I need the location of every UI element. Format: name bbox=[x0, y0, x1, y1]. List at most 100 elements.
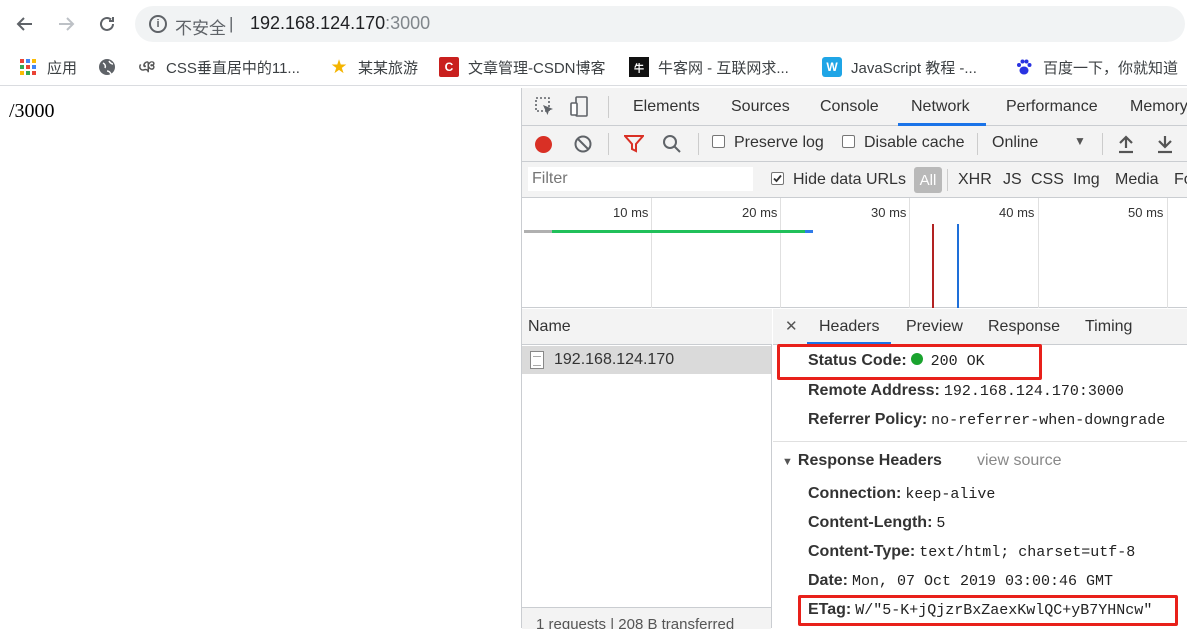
csdn-icon: C bbox=[439, 57, 459, 77]
tab-sources[interactable]: Sources bbox=[731, 98, 790, 116]
close-icon[interactable]: ✕ bbox=[785, 317, 798, 335]
divider bbox=[947, 169, 948, 191]
bookmark-label: 牛客网 - 互联网求... bbox=[658, 59, 789, 77]
status-code-highlight-box bbox=[777, 344, 1042, 380]
hide-data-urls-checkbox[interactable]: Hide data URLs bbox=[771, 171, 906, 189]
name-column-header[interactable]: Name bbox=[522, 309, 772, 345]
filter-type-media[interactable]: Media bbox=[1115, 171, 1159, 189]
insecure-label: 不安全 bbox=[175, 19, 226, 38]
timeline-tick-label: 40 ms bbox=[999, 205, 1035, 220]
nowcoder-icon: 牛 bbox=[629, 57, 649, 77]
request-summary: 1 requests | 208 B transferred bbox=[522, 607, 771, 629]
disable-cache-checkbox[interactable]: Disable cache bbox=[842, 134, 965, 152]
triangle-down-icon: ▼ bbox=[782, 456, 793, 468]
bookmark-baidu[interactable]: 百度一下，你就知道 bbox=[1014, 56, 1178, 78]
checkbox-checked-icon bbox=[771, 172, 784, 185]
bookmark-javascript[interactable]: W JavaScript 教程 -... bbox=[822, 56, 977, 78]
inspect-element-icon[interactable] bbox=[534, 96, 556, 118]
tab-response[interactable]: Response bbox=[988, 318, 1060, 336]
response-headers-toggle[interactable]: ▼ Response Headers bbox=[782, 452, 942, 470]
forward-arrow-icon[interactable] bbox=[52, 10, 80, 38]
dom-content-loaded-marker bbox=[957, 224, 959, 308]
bookmark-travel[interactable]: ★ 某某旅游 bbox=[329, 56, 418, 78]
bookmark-css-center[interactable]: ঞ CSS垂直居中的11... bbox=[137, 56, 300, 78]
throttle-select[interactable]: Online bbox=[992, 134, 1038, 152]
divider bbox=[608, 96, 609, 118]
tab-memory[interactable]: Memory bbox=[1130, 98, 1187, 116]
tab-console[interactable]: Console bbox=[820, 98, 879, 116]
devtools-panel: Elements Sources Console Network Perform… bbox=[521, 88, 1187, 629]
header-key: Content-Type: bbox=[808, 543, 916, 560]
tab-performance[interactable]: Performance bbox=[1006, 98, 1098, 116]
divider bbox=[608, 133, 609, 155]
export-har-icon[interactable] bbox=[1156, 134, 1174, 159]
url-host: 192.168.124.170 bbox=[250, 13, 386, 33]
info-icon[interactable]: i bbox=[149, 15, 167, 33]
preserve-log-checkbox[interactable]: Preserve log bbox=[712, 134, 824, 152]
header-value: 192.168.124.170:3000 bbox=[943, 383, 1124, 400]
bookmark-label: JavaScript 教程 -... bbox=[851, 59, 977, 77]
record-icon[interactable] bbox=[535, 136, 552, 153]
timeline-tick-label: 10 ms bbox=[613, 205, 649, 220]
header-key: Date: bbox=[808, 572, 849, 589]
header-key: Content-Length: bbox=[808, 514, 933, 531]
bookmark-nowcoder[interactable]: 牛 牛客网 - 互联网求... bbox=[629, 56, 789, 78]
request-row[interactable]: 192.168.124.170 bbox=[522, 346, 771, 374]
response-headers-title: Response Headers bbox=[797, 452, 942, 469]
timeline-tick-label: 30 ms bbox=[871, 205, 907, 220]
view-source-link[interactable]: view source bbox=[977, 452, 1061, 470]
bookmark-csdn[interactable]: C 文章管理-CSDN博客 bbox=[439, 56, 606, 78]
filter-type-font[interactable]: Fo bbox=[1174, 171, 1187, 189]
filter-type-js[interactable]: JS bbox=[1003, 171, 1022, 189]
header-value: keep-alive bbox=[905, 486, 996, 503]
search-icon[interactable] bbox=[662, 134, 682, 159]
tab-headers[interactable]: Headers bbox=[819, 318, 879, 336]
header-value: text/html; charset=utf-8 bbox=[919, 544, 1136, 561]
star-icon: ★ bbox=[330, 56, 348, 78]
grid-line bbox=[1038, 198, 1039, 308]
address-bar[interactable]: i 不安全 | 192.168.124.170:3000 bbox=[135, 6, 1185, 42]
reload-icon[interactable] bbox=[93, 10, 121, 38]
url-text: 192.168.124.170:3000 bbox=[250, 13, 430, 34]
request-list: Name 192.168.124.170 1 requests | 208 B … bbox=[522, 309, 772, 629]
response-header-row: Date: Mon, 07 Oct 2019 03:00:46 GMT bbox=[808, 572, 1113, 590]
filter-input[interactable] bbox=[528, 167, 753, 191]
bookmark-label: 应用 bbox=[47, 59, 78, 77]
tab-timing[interactable]: Timing bbox=[1085, 318, 1132, 336]
tab-network[interactable]: Network bbox=[911, 98, 970, 116]
header-key: Referrer Policy: bbox=[808, 411, 928, 428]
filter-type-css[interactable]: CSS bbox=[1031, 171, 1064, 189]
section-divider bbox=[773, 441, 1187, 442]
bookmark-label: CSS垂直居中的11... bbox=[166, 59, 300, 77]
checkbox-icon bbox=[842, 135, 855, 148]
device-toolbar-icon[interactable] bbox=[569, 96, 591, 118]
filter-type-all[interactable]: All bbox=[914, 167, 942, 193]
response-header-row: Content-Type: text/html; charset=utf-8 bbox=[808, 543, 1135, 561]
globe-icon bbox=[97, 57, 117, 77]
response-header-row: Connection: keep-alive bbox=[808, 485, 995, 503]
divider bbox=[977, 133, 978, 155]
request-name: 192.168.124.170 bbox=[554, 351, 675, 368]
request-detail-panel: ✕ Headers Preview Response Timing Status… bbox=[773, 309, 1187, 628]
filter-type-xhr[interactable]: XHR bbox=[958, 171, 992, 189]
bookmark-apps[interactable]: 应用 bbox=[18, 56, 77, 78]
back-arrow-icon[interactable] bbox=[11, 10, 39, 38]
dropdown-arrow-icon[interactable]: ▼ bbox=[1074, 134, 1086, 148]
filter-type-img[interactable]: Img bbox=[1073, 171, 1100, 189]
filter-funnel-icon[interactable] bbox=[622, 135, 646, 158]
tab-elements[interactable]: Elements bbox=[633, 98, 700, 116]
network-overview-timeline[interactable]: 10 ms 20 ms 30 ms 40 ms 50 ms bbox=[522, 198, 1187, 308]
import-har-icon[interactable] bbox=[1117, 134, 1135, 159]
timeline-tick-label: 50 ms bbox=[1128, 205, 1164, 220]
tab-preview[interactable]: Preview bbox=[906, 318, 963, 336]
etag-highlight-box bbox=[798, 595, 1178, 626]
detail-tabbar: ✕ Headers Preview Response Timing bbox=[773, 309, 1187, 345]
header-key: Connection: bbox=[808, 485, 902, 502]
bookmark-globe[interactable] bbox=[97, 56, 126, 78]
bookmark-label: 文章管理-CSDN博客 bbox=[468, 59, 606, 77]
baidu-paw-icon bbox=[1014, 57, 1034, 77]
referrer-policy-row: Referrer Policy: no-referrer-when-downgra… bbox=[808, 411, 1165, 429]
preserve-log-label: Preserve log bbox=[734, 134, 824, 151]
clear-icon[interactable] bbox=[574, 135, 592, 158]
page-body-text: /3000 bbox=[9, 100, 55, 122]
